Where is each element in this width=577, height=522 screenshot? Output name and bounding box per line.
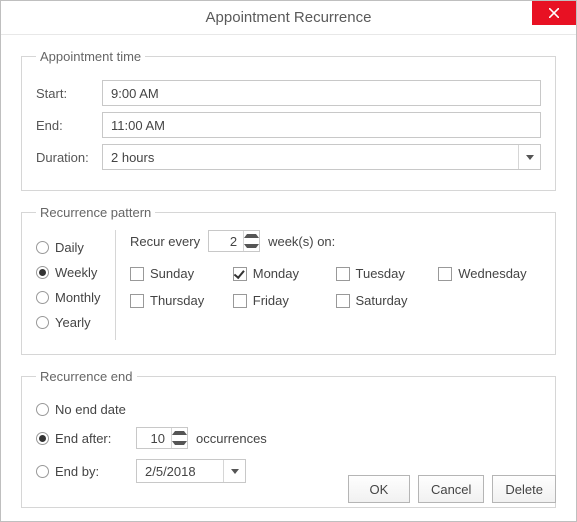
- caret-down-icon: [244, 244, 259, 248]
- spin-up-button[interactable]: [172, 428, 187, 438]
- end-by-date-value: 2/5/2018: [145, 464, 223, 479]
- start-label: Start:: [36, 86, 102, 101]
- spin-down-button[interactable]: [244, 241, 259, 251]
- occurrences-input[interactable]: [137, 428, 171, 448]
- radio-monthly-label: Monthly: [55, 290, 101, 305]
- recur-suffix: week(s) on:: [268, 234, 335, 249]
- group-recurrence-pattern-legend: Recurrence pattern: [36, 205, 155, 220]
- checkbox-icon: [130, 294, 144, 308]
- group-appointment-time-legend: Appointment time: [36, 49, 145, 64]
- check-friday-label: Friday: [253, 293, 289, 308]
- pattern-details: Recur every week(s) on:: [116, 230, 541, 340]
- dialog-window: Appointment Recurrence Appointment time …: [0, 0, 577, 522]
- radio-icon: [36, 432, 49, 445]
- recur-every-stepper[interactable]: [208, 230, 260, 252]
- radio-icon: [36, 266, 49, 279]
- check-sunday[interactable]: Sunday: [130, 266, 233, 281]
- check-thursday[interactable]: Thursday: [130, 293, 233, 308]
- dialog-footer: OK Cancel Delete: [348, 475, 556, 503]
- caret-up-icon: [244, 234, 259, 238]
- end-label: End:: [36, 118, 102, 133]
- radio-monthly[interactable]: Monthly: [36, 290, 107, 305]
- check-sunday-label: Sunday: [150, 266, 194, 281]
- radio-yearly-label: Yearly: [55, 315, 91, 330]
- checkbox-icon: [233, 267, 247, 281]
- date-dropdown-button[interactable]: [223, 460, 245, 482]
- radio-icon: [36, 291, 49, 304]
- radio-weekly-label: Weekly: [55, 265, 97, 280]
- cancel-button[interactable]: Cancel: [418, 475, 484, 503]
- checkbox-icon: [336, 294, 350, 308]
- check-saturday-label: Saturday: [356, 293, 408, 308]
- checkbox-icon: [438, 267, 452, 281]
- dialog-title: Appointment Recurrence: [206, 9, 372, 26]
- end-by-date-picker[interactable]: 2/5/2018: [136, 459, 246, 483]
- dialog-body: Appointment time Start: End: Duration: 2…: [1, 35, 576, 508]
- radio-end-by[interactable]: End by:: [36, 464, 136, 479]
- radio-icon: [36, 316, 49, 329]
- group-appointment-time: Appointment time Start: End: Duration: 2…: [21, 49, 556, 191]
- radio-weekly[interactable]: Weekly: [36, 265, 107, 280]
- days-of-week: Sunday Monday Tuesday Wednesday: [130, 266, 541, 308]
- spin-down-button[interactable]: [172, 438, 187, 448]
- pattern-frequency-list: Daily Weekly Monthly Yearly: [36, 230, 116, 340]
- radio-yearly[interactable]: Yearly: [36, 315, 107, 330]
- radio-end-after-label: End after:: [55, 431, 111, 446]
- duration-select[interactable]: 2 hours: [102, 144, 541, 170]
- check-saturday[interactable]: Saturday: [336, 293, 439, 308]
- check-thursday-label: Thursday: [150, 293, 204, 308]
- end-input[interactable]: [102, 112, 541, 138]
- check-monday-label: Monday: [253, 266, 299, 281]
- delete-button[interactable]: Delete: [492, 475, 556, 503]
- ok-button[interactable]: OK: [348, 475, 410, 503]
- recur-prefix: Recur every: [130, 234, 200, 249]
- checkbox-icon: [130, 267, 144, 281]
- close-button[interactable]: [532, 1, 576, 25]
- group-recurrence-end-legend: Recurrence end: [36, 369, 137, 384]
- radio-icon: [36, 241, 49, 254]
- chevron-down-icon: [231, 469, 239, 474]
- radio-end-after[interactable]: End after:: [36, 431, 136, 446]
- check-wednesday-label: Wednesday: [458, 266, 526, 281]
- group-recurrence-pattern: Recurrence pattern Daily Weekly Monthly: [21, 205, 556, 355]
- radio-icon: [36, 465, 49, 478]
- spin-up-button[interactable]: [244, 231, 259, 241]
- checkbox-icon: [336, 267, 350, 281]
- caret-up-icon: [172, 431, 187, 435]
- titlebar: Appointment Recurrence: [1, 1, 576, 35]
- duration-value: 2 hours: [111, 150, 518, 165]
- caret-down-icon: [172, 441, 187, 445]
- check-monday[interactable]: Monday: [233, 266, 336, 281]
- occurrences-stepper[interactable]: [136, 427, 188, 449]
- checkbox-icon: [233, 294, 247, 308]
- radio-no-end-date[interactable]: No end date: [36, 402, 126, 417]
- check-tuesday[interactable]: Tuesday: [336, 266, 439, 281]
- radio-end-by-label: End by:: [55, 464, 99, 479]
- radio-daily-label: Daily: [55, 240, 84, 255]
- duration-label: Duration:: [36, 150, 102, 165]
- chevron-down-icon: [526, 155, 534, 160]
- check-friday[interactable]: Friday: [233, 293, 336, 308]
- check-wednesday[interactable]: Wednesday: [438, 266, 541, 281]
- start-input[interactable]: [102, 80, 541, 106]
- close-icon: [549, 8, 559, 18]
- radio-no-end-date-label: No end date: [55, 402, 126, 417]
- radio-daily[interactable]: Daily: [36, 240, 107, 255]
- recur-every-input[interactable]: [209, 231, 243, 251]
- check-tuesday-label: Tuesday: [356, 266, 405, 281]
- duration-dropdown-button[interactable]: [518, 145, 540, 169]
- occurrences-suffix: occurrences: [196, 431, 267, 446]
- radio-icon: [36, 403, 49, 416]
